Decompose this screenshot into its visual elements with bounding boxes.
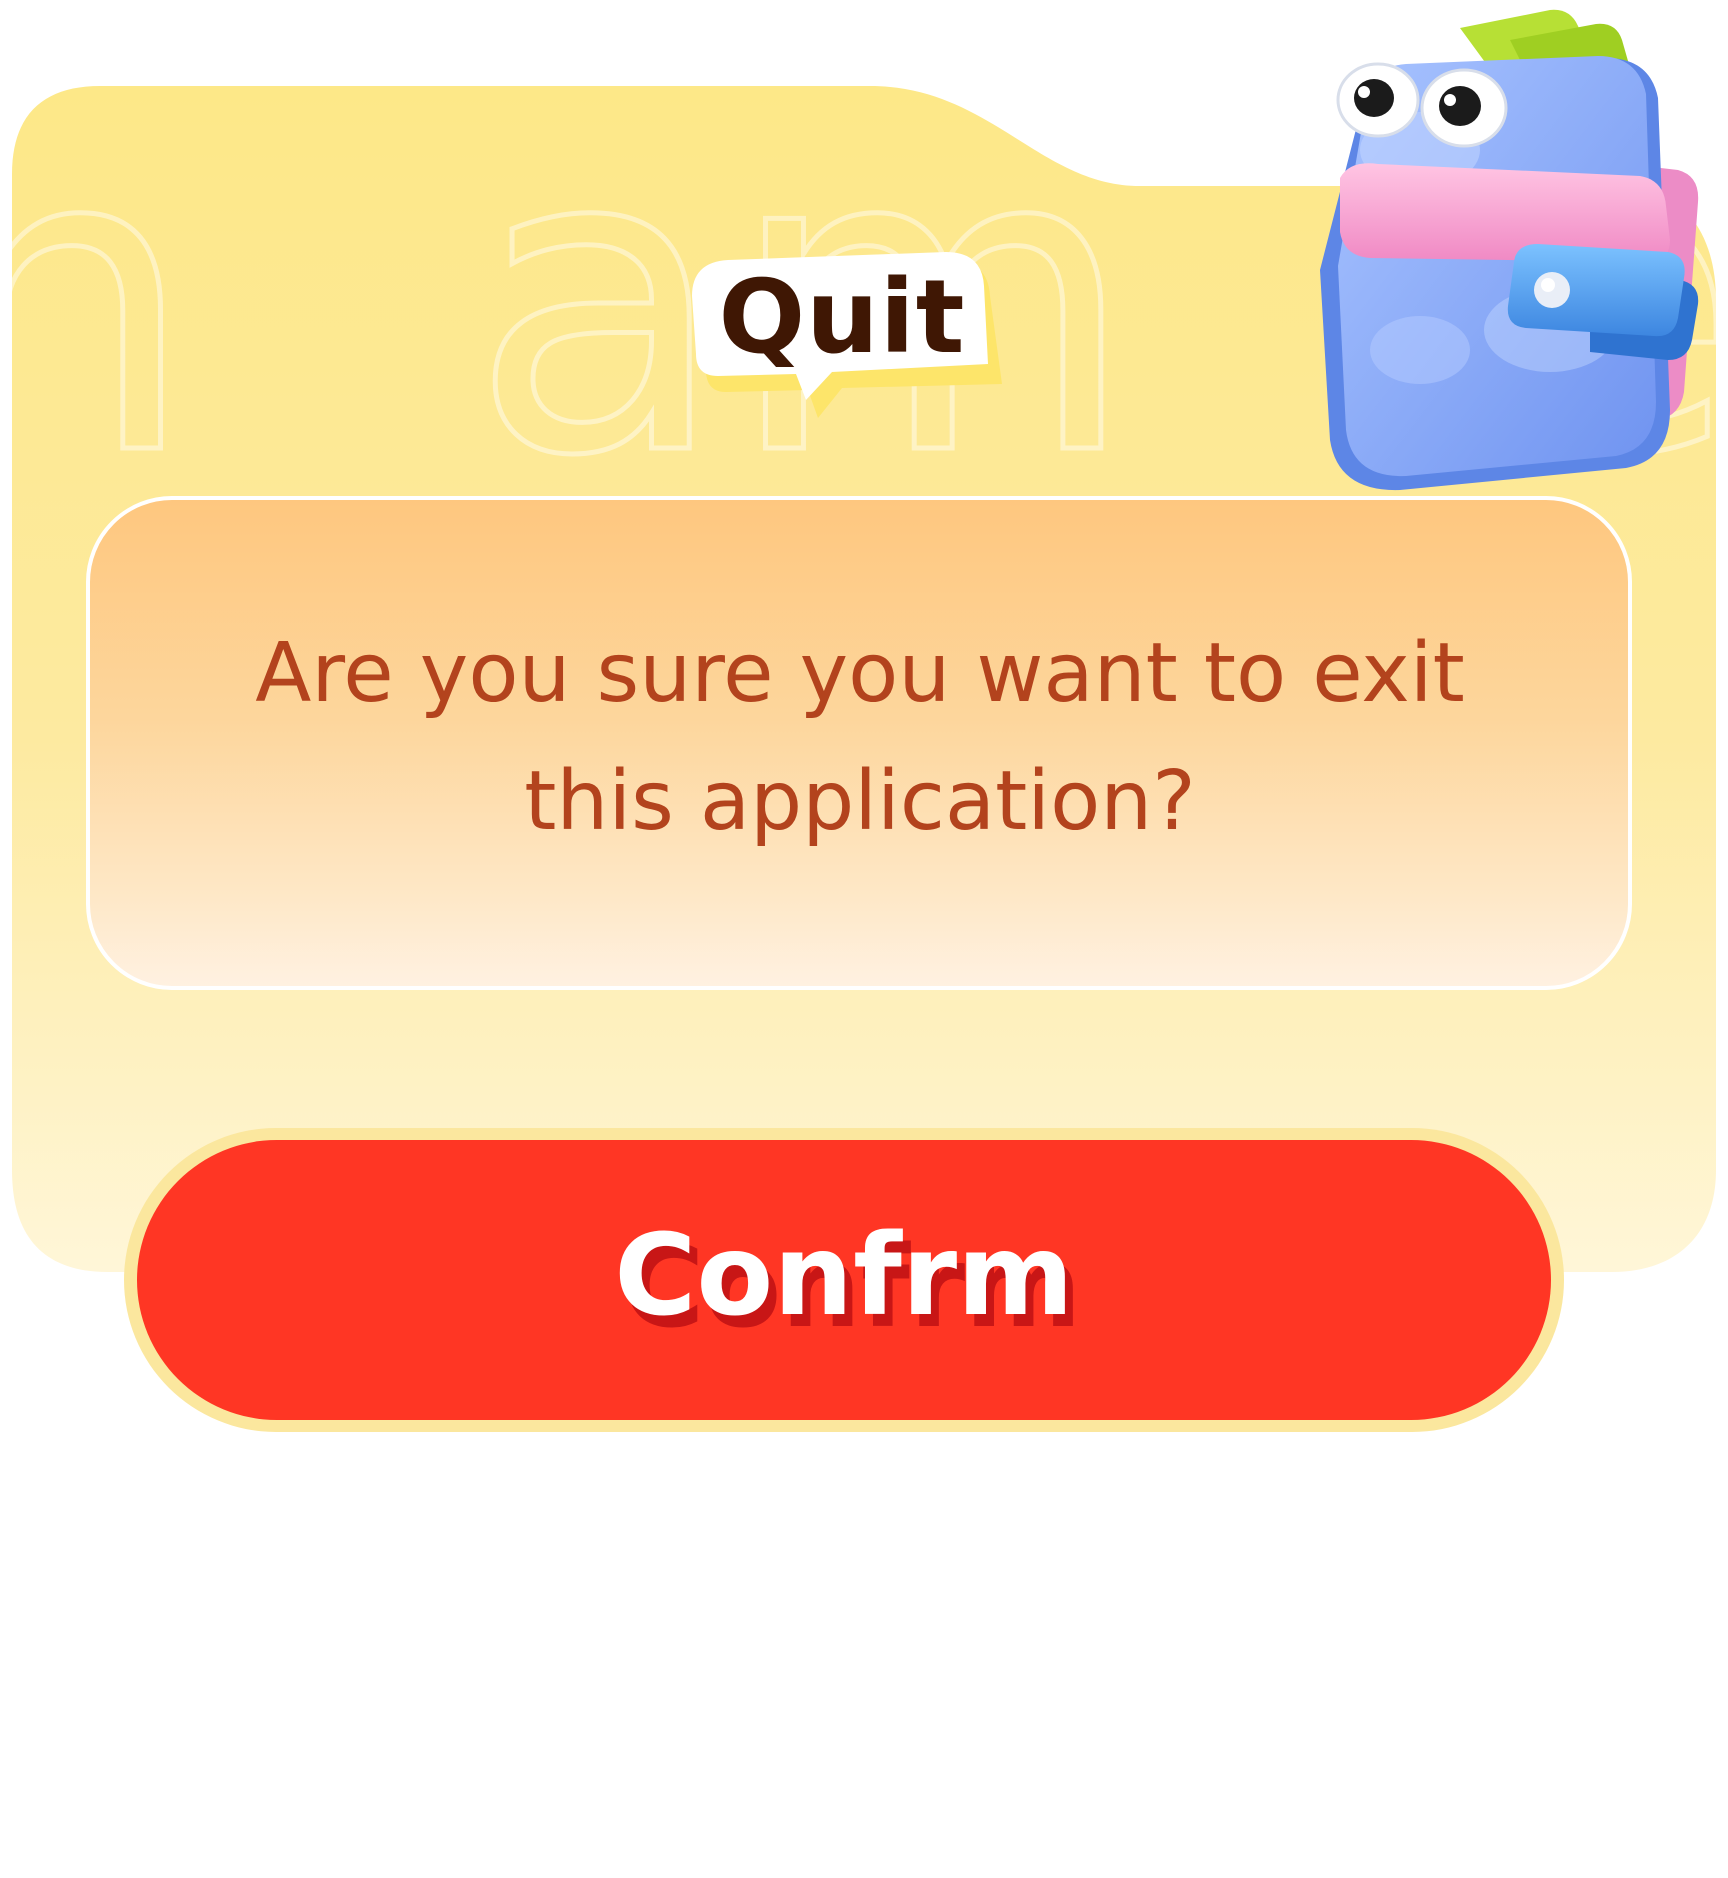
confirm-button[interactable]: Confrm Confrm bbox=[137, 1140, 1551, 1420]
svg-text:h: h bbox=[0, 59, 196, 548]
confirm-label: Confrm bbox=[614, 1211, 1074, 1341]
quit-dialog-screen: h am e Quit Are you sure you want to exi… bbox=[0, 0, 1728, 1878]
dialog-title: Quit bbox=[718, 258, 966, 377]
dialog-message: Are you sure you want to exit this appli… bbox=[255, 626, 1465, 849]
wallet-mascot-icon bbox=[1320, 9, 1699, 491]
